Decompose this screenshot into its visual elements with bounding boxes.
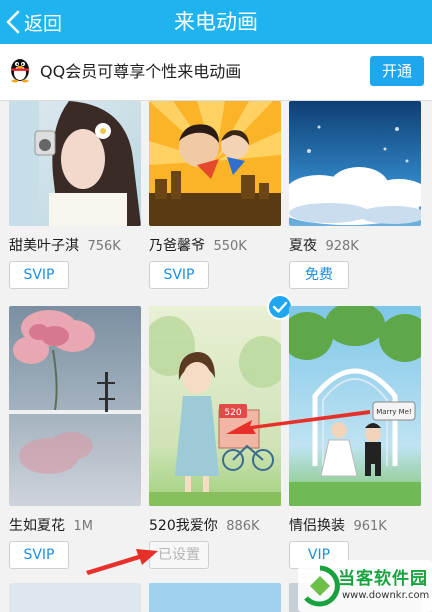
- svip-button[interactable]: SVIP: [149, 261, 209, 289]
- animation-size: 1M: [73, 519, 93, 534]
- thumbnail-partial[interactable]: [149, 583, 281, 612]
- animation-name: 夏夜: [289, 238, 317, 254]
- animation-caption: 夏夜 928K: [289, 235, 429, 255]
- animation-size: 550K: [213, 239, 247, 254]
- thumbnail-partial[interactable]: [9, 583, 141, 612]
- animation-name: 520我爱你: [149, 518, 218, 534]
- thumbnail-summer-night[interactable]: [289, 101, 421, 226]
- sign-text: Marry Me!: [376, 408, 411, 416]
- animation-caption: 生如夏花 1M: [9, 515, 149, 535]
- animation-name: 乃爸馨爷: [149, 238, 205, 254]
- watermark: 当客软件园 www.downkr.com: [298, 560, 432, 612]
- qq-penguin-icon: [11, 59, 29, 83]
- animation-caption: 甜美叶子淇 756K: [9, 235, 149, 255]
- watermark-url: www.downkr.com: [342, 590, 430, 601]
- sign-text: 520: [224, 408, 241, 418]
- thumbnail-girl-camera[interactable]: [9, 101, 141, 226]
- page-title: 来电动画: [174, 10, 258, 34]
- thumbnail-summer-flower[interactable]: [9, 306, 141, 506]
- animation-card[interactable]: 甜美叶子淇 756K SVIP: [9, 101, 141, 291]
- animation-size: 928K: [325, 239, 359, 254]
- thumbnail-couple-dress-up[interactable]: Marry Me!: [289, 306, 421, 506]
- animation-caption: 情侣换装 961K: [289, 515, 429, 535]
- animation-name: 甜美叶子淇: [9, 238, 79, 254]
- watermark-logo-icon: [304, 565, 340, 607]
- animation-size: 961K: [353, 519, 387, 534]
- thumbnail-520-love[interactable]: 520: [149, 306, 281, 506]
- animation-card-selected[interactable]: 520 520我爱你 886K 已设置: [149, 294, 293, 571]
- animation-size: 756K: [87, 239, 121, 254]
- animation-size: 886K: [226, 519, 260, 534]
- free-button[interactable]: 免费: [289, 261, 349, 289]
- svip-button[interactable]: SVIP: [9, 261, 69, 289]
- animation-card[interactable]: 夏夜 928K 免费: [289, 101, 421, 291]
- animation-name: 情侣换装: [289, 518, 345, 534]
- animation-grid: 甜美叶子淇 756K SVIP 乃爸馨爷 550K SVIP 夏夜 928K 免…: [0, 101, 432, 612]
- animation-caption: 乃爸馨爷 550K: [149, 235, 289, 255]
- animation-card[interactable]: 生如夏花 1M SVIP: [9, 306, 141, 571]
- promo-banner: QQ会员可尊享个性来电动画 开通: [0, 44, 432, 101]
- already-set-button[interactable]: 已设置: [149, 541, 209, 569]
- activate-button[interactable]: 开通: [370, 56, 424, 86]
- promo-text: QQ会员可尊享个性来电动画: [40, 62, 242, 81]
- thumbnail-father-son[interactable]: [149, 101, 281, 226]
- animation-caption: 520我爱你 886K: [149, 515, 289, 535]
- svip-button[interactable]: SVIP: [9, 541, 69, 569]
- title-bar: 返回 来电动画: [0, 0, 432, 44]
- watermark-title: 当客软件园: [338, 569, 428, 589]
- animation-card[interactable]: 乃爸馨爷 550K SVIP: [149, 101, 281, 291]
- animation-name: 生如夏花: [9, 518, 65, 534]
- animation-card[interactable]: Marry Me! 情侣换装 961K VIP: [289, 306, 421, 571]
